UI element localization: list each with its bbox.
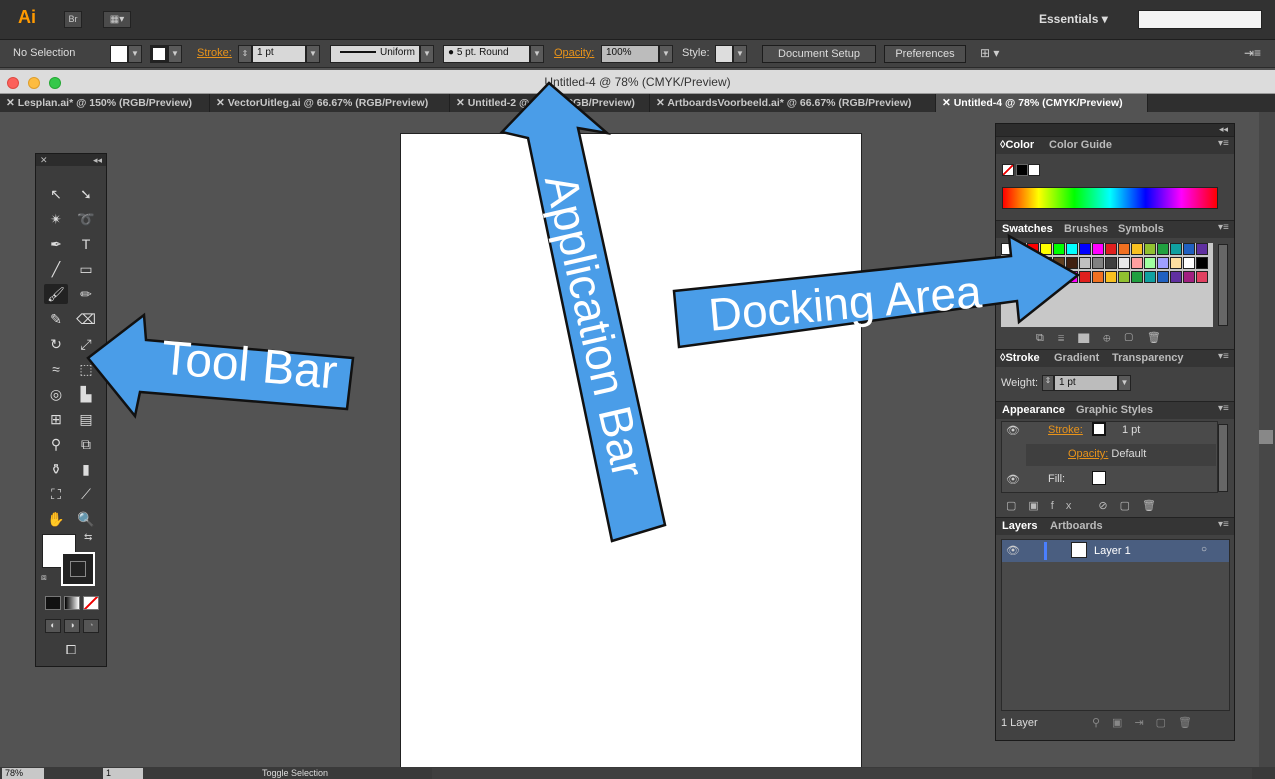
application-bar-label: Application Bar bbox=[535, 169, 655, 482]
application-bar-arrow: Application Bar bbox=[499, 81, 667, 543]
docking-area-label: Docking Area bbox=[706, 265, 984, 341]
docking-area-arrow: Docking Area bbox=[672, 233, 1081, 349]
tool-bar-arrow: Tool Bar bbox=[86, 312, 355, 419]
annotation-overlay: Tool Bar Application Bar Docking Area bbox=[86, 81, 1081, 543]
